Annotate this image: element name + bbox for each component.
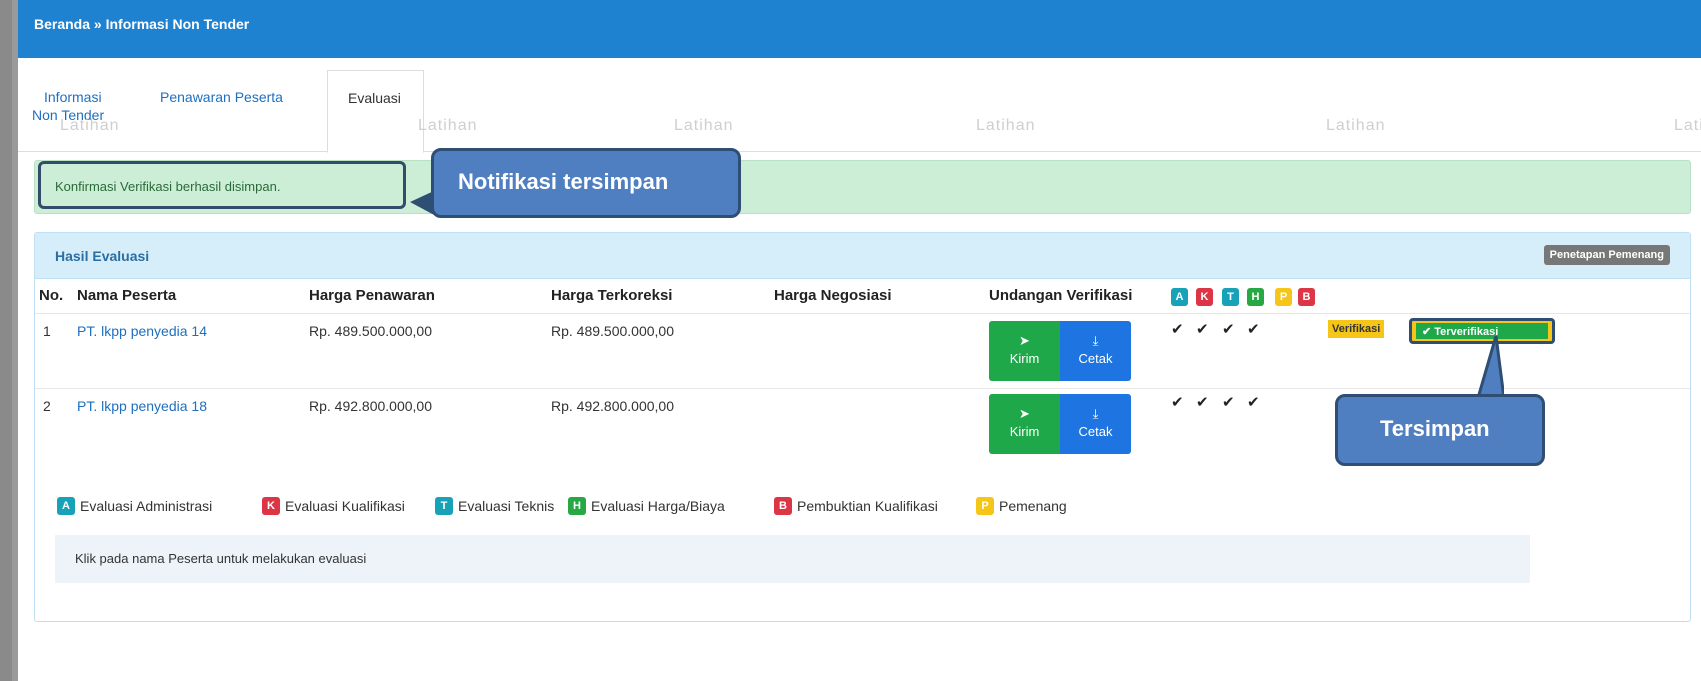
callout-tersimpan: Tersimpan: [1335, 394, 1545, 466]
cetak-label: Cetak: [1078, 351, 1113, 366]
row1-cetak-button[interactable]: ⤓ Cetak: [1060, 321, 1131, 381]
tab-evaluasi-label: Evaluasi: [348, 90, 401, 106]
column-header-harga-terkoreksi: Harga Terkoreksi: [551, 287, 673, 304]
watermark: Latihan: [674, 117, 734, 134]
app-frame: Beranda » Informasi Non Tender Informasi…: [12, 0, 1701, 681]
badge-b: B: [1298, 288, 1315, 306]
breadcrumb-text[interactable]: Beranda » Informasi Non Tender: [34, 16, 249, 32]
hint-message: Klik pada nama Peserta untuk melakukan e…: [55, 535, 1530, 583]
row2-harga-penawaran: Rp. 492.800.000,00: [309, 398, 432, 414]
legend-evaluasi-teknis: Evaluasi Teknis: [458, 498, 555, 514]
row-divider: [35, 313, 1690, 314]
tab-informasi-label-1: Informasi: [44, 89, 102, 105]
check-icon: ✔: [1171, 394, 1184, 411]
column-header-no: No.: [39, 287, 64, 304]
watermark: Latihan: [418, 117, 478, 134]
legend-badge-k: K: [262, 497, 280, 515]
check-icon: ✔: [1171, 321, 1184, 338]
kirim-label: Kirim: [1009, 424, 1040, 439]
panel-header: Hasil Evaluasi Penetapan Pemenang: [35, 233, 1690, 279]
badge-k: K: [1196, 288, 1213, 306]
row1-harga-terkoreksi: Rp. 489.500.000,00: [551, 323, 674, 339]
row2-kirim-button[interactable]: ➤ Kirim: [989, 394, 1060, 454]
check-icon: ✔: [1196, 321, 1209, 338]
watermark: Latihan: [1674, 117, 1701, 134]
row1-kirim-button[interactable]: ➤ Kirim: [989, 321, 1060, 381]
row1-harga-penawaran: Rp. 489.500.000,00: [309, 323, 432, 339]
legend-evaluasi-harga-biaya: Evaluasi Harga/Biaya: [591, 498, 725, 514]
tab-evaluasi[interactable]: Evaluasi: [327, 70, 424, 153]
legend-evaluasi-administrasi: Evaluasi Administrasi: [80, 498, 213, 514]
cetak-label: Cetak: [1078, 424, 1113, 439]
badge-a: A: [1171, 288, 1188, 306]
row2-nama-peserta-link[interactable]: PT. lkpp penyedia 18: [77, 398, 207, 414]
legend-badge-t: T: [435, 497, 453, 515]
callout-pointer: [1476, 336, 1504, 398]
check-icon: ✔: [1247, 321, 1260, 338]
check-icon: ✔: [1222, 321, 1235, 338]
send-icon: ➤: [1019, 406, 1030, 421]
alert-message: Konfirmasi Verifikasi berhasil disimpan.: [38, 161, 406, 209]
badge-p: P: [1275, 288, 1292, 306]
column-header-harga-negosiasi: Harga Negosiasi: [774, 287, 892, 304]
verifikasi-badge: Verifikasi: [1328, 320, 1385, 338]
legend-pemenang: Pemenang: [999, 498, 1067, 514]
callout-notifikasi: Notifikasi tersimpan: [431, 148, 741, 218]
watermark: Latihan: [976, 117, 1036, 134]
kirim-label: Kirim: [1009, 351, 1040, 366]
tab-bar: Informasi Non Tender Penawaran Peserta E…: [18, 70, 1701, 153]
row1-no: 1: [43, 323, 51, 339]
row2-cetak-button[interactable]: ⤓ Cetak: [1060, 394, 1131, 454]
row2-harga-terkoreksi: Rp. 492.800.000,00: [551, 398, 674, 414]
column-header-harga-penawaran: Harga Penawaran: [309, 287, 435, 304]
column-header-undangan-verifikasi: Undangan Verifikasi: [989, 287, 1133, 304]
download-icon: ⤓: [1092, 406, 1099, 421]
legend-badge-b: B: [774, 497, 792, 515]
send-icon: ➤: [1019, 333, 1030, 348]
row1-nama-peserta-link[interactable]: PT. lkpp penyedia 14: [77, 323, 207, 339]
panel-title: Hasil Evaluasi: [55, 248, 150, 264]
legend-evaluasi-kualifikasi: Evaluasi Kualifikasi: [285, 498, 405, 514]
row2-no: 2: [43, 398, 51, 414]
badge-t: T: [1222, 288, 1239, 306]
legend-pembuktian-kualifikasi: Pembuktian Kualifikasi: [797, 498, 938, 514]
column-header-nama-peserta: Nama Peserta: [77, 287, 177, 304]
check-icon: ✔: [1222, 394, 1235, 411]
breadcrumb: Beranda » Informasi Non Tender: [18, 0, 1701, 58]
legend-badge-h: H: [568, 497, 586, 515]
tab-penawaran-peserta[interactable]: Penawaran Peserta: [160, 88, 283, 106]
legend-badge-p: P: [976, 497, 994, 515]
badge-h: H: [1247, 288, 1264, 306]
check-icon: ✔: [1196, 394, 1209, 411]
legend-badge-a: A: [57, 497, 75, 515]
watermark: Latihan: [1326, 117, 1386, 134]
penetapan-pemenang-button[interactable]: Penetapan Pemenang: [1543, 245, 1670, 265]
row-divider: [35, 388, 1690, 389]
check-icon: ✔: [1247, 394, 1260, 411]
download-icon: ⤓: [1092, 333, 1099, 348]
watermark: Latihan: [60, 117, 120, 134]
